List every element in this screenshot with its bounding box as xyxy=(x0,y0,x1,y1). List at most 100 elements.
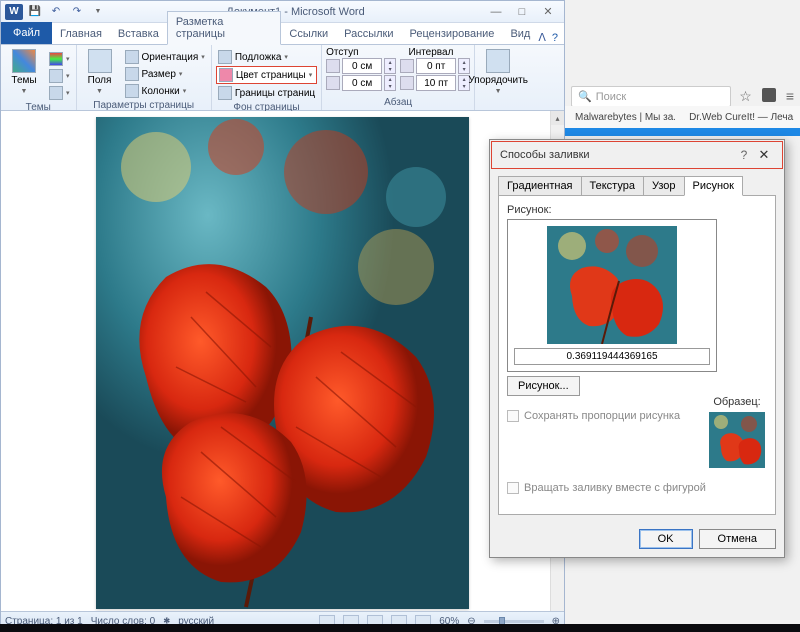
tab-picture[interactable]: Рисунок xyxy=(684,176,744,196)
indent-left-icon xyxy=(326,59,340,73)
ribbon-body: Темы ▼ ▾ ▾ ▾ Темы Поля ▼ Ориен xyxy=(1,45,564,111)
page-background-image xyxy=(96,117,469,609)
sample-area: Образец: xyxy=(709,396,765,468)
effects-icon xyxy=(49,86,63,100)
dialog-tabs: Градиентная Текстура Узор Рисунок xyxy=(490,170,784,196)
search-placeholder: Поиск xyxy=(596,91,626,103)
browser-accent-bar xyxy=(565,128,800,136)
word-window: W 💾 ↶ ↷ ▼ Документ1 - Microsoft Word — □… xyxy=(0,0,565,632)
tab-mailings[interactable]: Рассылки xyxy=(336,24,401,44)
group-label xyxy=(479,107,517,110)
group-page-params: Поля ▼ Ориентация▾ Размер▾ Колонки▾ Пара… xyxy=(77,45,212,110)
spacing-label: Интервал xyxy=(409,47,454,58)
spacing-after-spinner[interactable]: 10 пт▴▾ xyxy=(400,75,470,91)
indent-left-spinner[interactable]: 0 см▴▾ xyxy=(326,58,396,74)
group-paragraph: Отступ Интервал 0 см▴▾ 0 см▴▾ 0 пт▴▾ 10 … xyxy=(322,45,475,110)
bookmark-label: Malwarebytes | Мы за... xyxy=(575,112,675,123)
watermark-icon xyxy=(218,50,232,64)
search-icon: 🔍 xyxy=(578,90,592,103)
sample-label: Образец: xyxy=(713,396,760,408)
tab-review[interactable]: Рецензирование xyxy=(401,24,502,44)
minimize-button[interactable]: — xyxy=(484,4,508,20)
themes-icon xyxy=(12,49,36,73)
colors-icon xyxy=(49,52,63,66)
windows-taskbar[interactable] xyxy=(0,624,800,632)
picture-name-field: 0.369119444369165 xyxy=(514,348,710,365)
save-icon[interactable]: 💾 xyxy=(26,4,44,20)
picture-preview-frame: 0.369119444369165 xyxy=(507,219,717,372)
close-button[interactable]: ✕ xyxy=(536,4,560,20)
orientation-button[interactable]: Ориентация▾ xyxy=(123,49,207,65)
word-logo-icon[interactable]: W xyxy=(5,4,23,20)
margins-button[interactable]: Поля ▼ xyxy=(81,47,119,97)
cancel-button[interactable]: Отмена xyxy=(699,529,776,549)
minimize-ribbon-icon[interactable]: ᐱ xyxy=(538,31,546,44)
group-arrange: Упорядочить ▼ xyxy=(475,45,521,110)
size-icon xyxy=(125,67,139,81)
document-page[interactable] xyxy=(96,117,469,609)
columns-icon xyxy=(125,84,139,98)
bookmark-item[interactable]: Dr.Web CureIt! — Леча... xyxy=(685,110,794,124)
page-borders-icon xyxy=(218,86,232,100)
ribbon-tabs: Файл Главная Вставка Разметка страницы С… xyxy=(1,23,564,45)
help-icon[interactable]: ? xyxy=(552,32,558,44)
spacing-before-spinner[interactable]: 0 пт▴▾ xyxy=(400,58,470,74)
undo-icon[interactable]: ↶ xyxy=(47,4,65,20)
checkbox-icon[interactable] xyxy=(507,410,519,422)
margins-icon xyxy=(88,49,112,73)
size-button[interactable]: Размер▾ xyxy=(123,66,207,82)
fonts-icon xyxy=(49,69,63,83)
theme-fonts-button[interactable]: ▾ xyxy=(47,68,72,84)
browser-menu-icon[interactable]: ≡ xyxy=(786,88,794,105)
tab-pattern[interactable]: Узор xyxy=(643,176,685,196)
select-picture-button[interactable]: Рисунок... xyxy=(507,376,580,396)
extension-icon[interactable] xyxy=(762,88,776,102)
rotate-fill-checkbox-row[interactable]: Вращать заливку вместе с фигурой xyxy=(507,482,767,494)
columns-button[interactable]: Колонки▾ xyxy=(123,83,207,99)
bookmark-item[interactable]: Malwarebytes | Мы за... xyxy=(571,110,675,124)
tab-view[interactable]: Вид xyxy=(502,24,538,44)
page-color-button[interactable]: Цвет страницы▾ xyxy=(216,66,317,84)
orientation-icon xyxy=(125,50,139,64)
qat-dropdown-icon[interactable]: ▼ xyxy=(89,4,107,20)
quick-access-toolbar: W 💾 ↶ ↷ ▼ xyxy=(5,4,107,20)
rotate-fill-label: Вращать заливку вместе с фигурой xyxy=(524,482,706,494)
ok-button[interactable]: OK xyxy=(639,529,693,549)
word-titlebar[interactable]: W 💾 ↶ ↷ ▼ Документ1 - Microsoft Word — □… xyxy=(1,1,564,23)
dialog-close-icon[interactable]: ✕ xyxy=(754,147,774,163)
tab-page-layout[interactable]: Разметка страницы xyxy=(167,11,282,45)
themes-button[interactable]: Темы ▼ xyxy=(5,47,43,97)
scroll-up-icon[interactable]: ▴ xyxy=(551,111,564,125)
dialog-button-row: OK Отмена xyxy=(490,523,784,557)
browser-search-box[interactable]: 🔍 Поиск xyxy=(571,86,731,107)
tab-insert[interactable]: Вставка xyxy=(110,24,167,44)
bookmark-bar: Malwarebytes | Мы за... Dr.Web CureIt! —… xyxy=(565,106,800,129)
page-color-icon xyxy=(219,68,233,82)
page-borders-button[interactable]: Границы страниц xyxy=(216,85,317,101)
group-themes: Темы ▼ ▾ ▾ ▾ Темы xyxy=(1,45,77,110)
watermark-button[interactable]: Подложка▾ xyxy=(216,49,317,65)
tab-references[interactable]: Ссылки xyxy=(281,24,336,44)
tab-file[interactable]: Файл xyxy=(1,22,52,44)
document-area[interactable]: ▴ xyxy=(1,111,564,611)
checkbox-icon[interactable] xyxy=(507,482,519,494)
maximize-button[interactable]: □ xyxy=(510,4,534,20)
tab-gradient[interactable]: Градиентная xyxy=(498,176,582,196)
arrange-button[interactable]: Упорядочить ▼ xyxy=(479,47,517,97)
window-title: Документ1 - Microsoft Word xyxy=(107,6,484,18)
zoom-slider[interactable] xyxy=(484,620,544,623)
fill-effects-dialog: Способы заливки ? ✕ Градиентная Текстура… xyxy=(489,139,785,558)
spacing-before-icon xyxy=(400,59,414,73)
indent-right-spinner[interactable]: 0 см▴▾ xyxy=(326,75,396,91)
theme-colors-button[interactable]: ▾ xyxy=(47,51,72,67)
redo-icon[interactable]: ↷ xyxy=(68,4,86,20)
sample-preview xyxy=(709,412,765,468)
star-icon[interactable]: ☆ xyxy=(739,88,752,105)
tab-texture[interactable]: Текстура xyxy=(581,176,644,196)
bookmark-label: Dr.Web CureIt! — Леча... xyxy=(689,112,794,123)
dialog-titlebar[interactable]: Способы заливки ? ✕ xyxy=(491,141,783,169)
indent-label: Отступ xyxy=(326,47,358,58)
tab-home[interactable]: Главная xyxy=(52,24,110,44)
dialog-help-icon[interactable]: ? xyxy=(734,148,754,162)
theme-effects-button[interactable]: ▾ xyxy=(47,85,72,101)
